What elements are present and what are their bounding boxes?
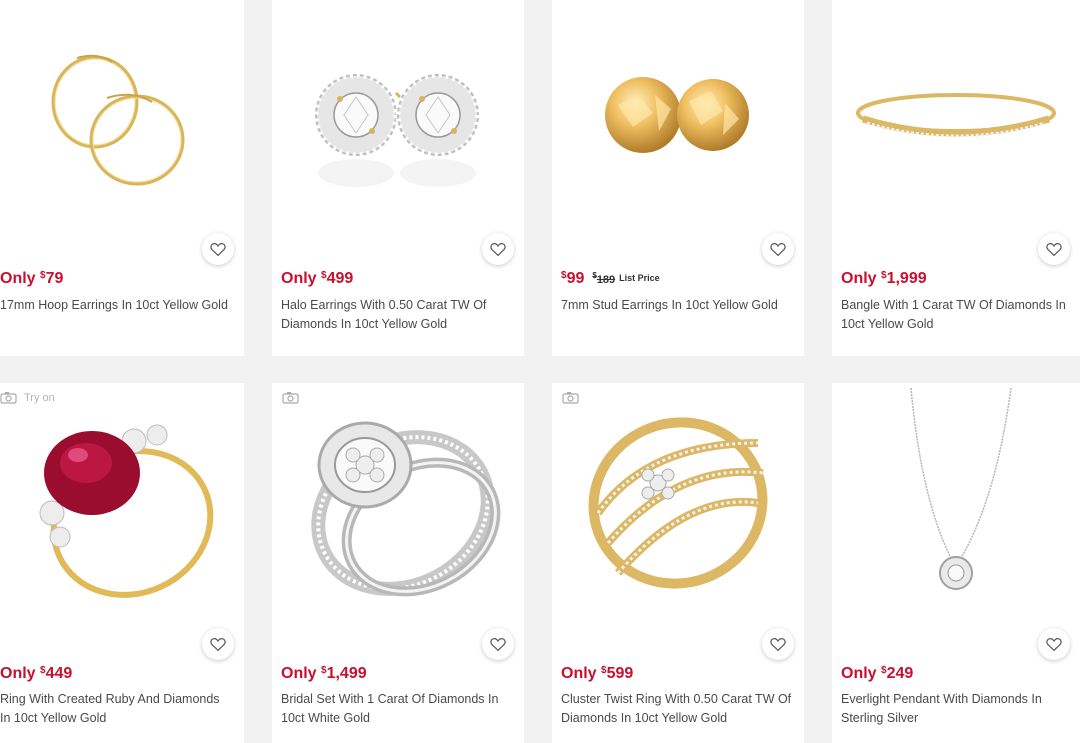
- product-card[interactable]: $99 $189 List Price 7mm Stud Earrings In 1…: [552, 0, 804, 356]
- product-card[interactable]: Only $1,999 Bangle With 1 Carat TW Of Di…: [832, 0, 1080, 356]
- product-name[interactable]: Halo Earrings With 0.50 Carat TW Of Diam…: [281, 296, 513, 334]
- stud-earrings-image: [605, 77, 749, 153]
- product-price: Only $1,999: [841, 270, 927, 287]
- heart-outline-icon: [770, 638, 786, 652]
- pendant-image: [910, 388, 1012, 590]
- product-price: Only $79: [0, 270, 64, 287]
- product-card[interactable]: Only $79 17mm Hoop Earrings In 10ct Yell…: [0, 0, 244, 356]
- heart-outline-icon: [490, 243, 506, 257]
- product-image[interactable]: [832, 0, 1080, 240]
- heart-outline-icon: [210, 243, 226, 257]
- product-image[interactable]: [272, 383, 524, 623]
- wishlist-button[interactable]: [1038, 233, 1070, 265]
- product-price: Only $249: [841, 665, 914, 682]
- wishlist-button[interactable]: [1038, 628, 1070, 660]
- product-image[interactable]: [832, 383, 1080, 623]
- ruby-ring-image: [39, 424, 214, 598]
- product-price: $99 $189 List Price: [561, 270, 660, 287]
- heart-outline-icon: [490, 638, 506, 652]
- product-card[interactable]: Try on Only $449 Ring With Created Ruby …: [0, 383, 244, 743]
- wishlist-button[interactable]: [482, 233, 514, 265]
- cluster-twist-ring-image: [588, 417, 768, 589]
- product-price: Only $449: [0, 665, 73, 682]
- wishlist-button[interactable]: [202, 233, 234, 265]
- product-price: Only $599: [561, 665, 634, 682]
- product-image[interactable]: [0, 0, 244, 240]
- halo-earrings-image: [313, 72, 481, 187]
- product-name[interactable]: 17mm Hoop Earrings In 10ct Yellow Gold: [0, 296, 232, 315]
- heart-outline-icon: [1046, 638, 1062, 652]
- product-name[interactable]: Bangle With 1 Carat TW Of Diamonds In 10…: [841, 296, 1073, 334]
- wishlist-button[interactable]: [762, 628, 794, 660]
- product-card[interactable]: Only $599 Cluster Twist Ring With 0.50 C…: [552, 383, 804, 743]
- product-card[interactable]: Only $1,499 Bridal Set With 1 Carat Of D…: [272, 383, 524, 743]
- heart-outline-icon: [210, 638, 226, 652]
- wishlist-button[interactable]: [482, 628, 514, 660]
- product-image[interactable]: [0, 383, 244, 623]
- list-price-label: List Price: [619, 273, 660, 283]
- product-name[interactable]: 7mm Stud Earrings In 10ct Yellow Gold: [561, 296, 793, 315]
- product-name[interactable]: Ring With Created Ruby And Diamonds In 1…: [0, 690, 232, 728]
- product-name[interactable]: Bridal Set With 1 Carat Of Diamonds In 1…: [281, 690, 513, 728]
- product-name[interactable]: Cluster Twist Ring With 0.50 Carat TW Of…: [561, 690, 793, 728]
- wishlist-button[interactable]: [202, 628, 234, 660]
- product-image[interactable]: [552, 383, 804, 623]
- product-price: Only $1,499: [281, 665, 367, 682]
- bangle-image: [856, 93, 1056, 138]
- product-card[interactable]: Only $499 Halo Earrings With 0.50 Carat …: [272, 0, 524, 356]
- product-name[interactable]: Everlight Pendant With Diamonds In Sterl…: [841, 690, 1073, 728]
- product-card[interactable]: Only $249 Everlight Pendant With Diamond…: [832, 383, 1080, 743]
- hoop-earrings-image: [51, 54, 185, 186]
- product-image[interactable]: [552, 0, 804, 240]
- heart-outline-icon: [1046, 243, 1062, 257]
- bridal-set-image: [311, 421, 501, 597]
- heart-outline-icon: [770, 243, 786, 257]
- product-price: Only $499: [281, 270, 354, 287]
- original-price: $189: [592, 271, 616, 286]
- wishlist-button[interactable]: [762, 233, 794, 265]
- product-image[interactable]: [272, 0, 524, 240]
